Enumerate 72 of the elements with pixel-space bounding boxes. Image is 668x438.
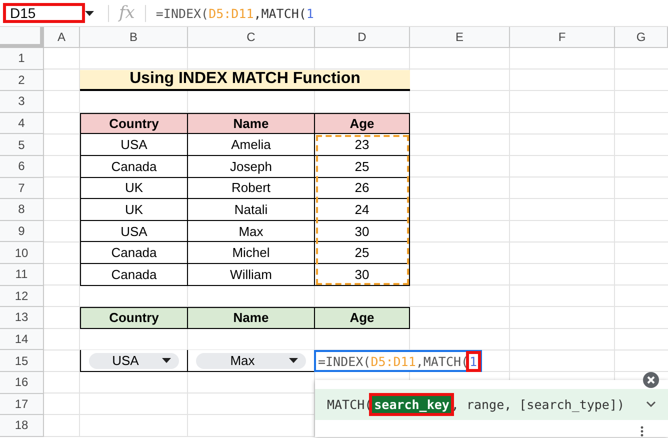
header-cell: Name [188, 112, 315, 134]
row-header[interactable]: 9 [0, 220, 44, 242]
range-reference: D5:D11 [370, 354, 416, 369]
row-header[interactable]: 12 [0, 286, 44, 308]
header-cell: Name [188, 307, 315, 329]
column-header[interactable]: B [80, 27, 188, 48]
row-header[interactable]: 5 [0, 134, 44, 156]
row-header[interactable]: 14 [0, 328, 44, 350]
row-header[interactable]: 8 [0, 199, 44, 221]
table-cell: Robert [188, 178, 315, 200]
table-cell: Michel [188, 242, 315, 264]
header-cell: Country [80, 307, 188, 329]
column-header[interactable]: E [410, 27, 510, 48]
row-header[interactable]: 17 [0, 394, 44, 416]
table-cell: USA [80, 220, 188, 242]
row-header[interactable]: 7 [0, 178, 44, 200]
row-header[interactable]: 13 [0, 307, 44, 329]
row-header[interactable]: 2 [0, 70, 44, 92]
more-options-icon[interactable] [640, 426, 644, 437]
cell-editor[interactable]: =INDEX(D5:D11,MATCH(1 [314, 350, 482, 372]
table-cell: 25 [315, 156, 410, 178]
row-header[interactable]: 16 [0, 372, 44, 394]
header-cell: Age [315, 112, 410, 134]
close-icon[interactable] [643, 372, 659, 388]
table-cell: Canada [80, 242, 188, 264]
column-header[interactable]: D [315, 27, 410, 48]
dropdown-chip[interactable]: Max [196, 352, 306, 369]
row-header[interactable]: 18 [0, 415, 44, 437]
table-cell: Natali [188, 199, 315, 221]
function-signature: MATCH( search_key , range, [search_type]) [327, 396, 625, 412]
table-cell: 24 [315, 199, 410, 221]
caret-icon [289, 358, 298, 364]
table-cell: 26 [315, 178, 410, 200]
range-reference: D5:D11 [208, 6, 254, 20]
row-header[interactable]: 11 [0, 264, 44, 286]
table-cell: 23 [315, 134, 410, 156]
dropdown-caret-icon [85, 10, 94, 16]
table-cell: 30 [315, 220, 410, 242]
column-header[interactable]: G [615, 27, 668, 48]
chevron-down-icon[interactable] [646, 401, 656, 408]
row-header[interactable]: 4 [0, 112, 44, 134]
row-header[interactable]: 6 [0, 156, 44, 178]
column-header[interactable]: C [188, 27, 315, 48]
table-cell: USA [80, 134, 188, 156]
table-cell: 25 [315, 242, 410, 264]
dropdown-chip[interactable]: USA [89, 352, 179, 369]
table-cell: Joseph [188, 156, 315, 178]
row-header[interactable]: 3 [0, 91, 44, 113]
name-box[interactable]: D15 [3, 3, 85, 23]
formula-text: =INDEX( [156, 6, 209, 20]
column-header[interactable]: F [510, 27, 615, 48]
table-cell: UK [80, 199, 188, 221]
function-label: fx [119, 3, 135, 23]
row-header[interactable]: 15 [0, 350, 44, 372]
header-cell: Age [315, 307, 410, 329]
row-header[interactable]: 10 [0, 242, 44, 264]
formula-text: ,MATCH( [416, 354, 469, 369]
table-cell: Max [188, 220, 315, 242]
caret-icon [162, 358, 171, 364]
formula-text: =INDEX( [318, 354, 371, 369]
table-cell: Amelia [188, 134, 315, 156]
formula-text: ,MATCH( [254, 6, 306, 20]
formula-text: 1 [306, 6, 314, 20]
title-cell: Using INDEX MATCH Function [80, 70, 410, 92]
table-cell: UK [80, 178, 188, 200]
table-cell: William [188, 264, 315, 286]
table-cell: Canada [80, 264, 188, 286]
row-header[interactable]: 1 [0, 48, 44, 70]
header-cell: Country [80, 112, 188, 134]
table-cell: Canada [80, 156, 188, 178]
column-header[interactable]: A [44, 27, 80, 48]
formula-text: 1 [468, 354, 478, 369]
